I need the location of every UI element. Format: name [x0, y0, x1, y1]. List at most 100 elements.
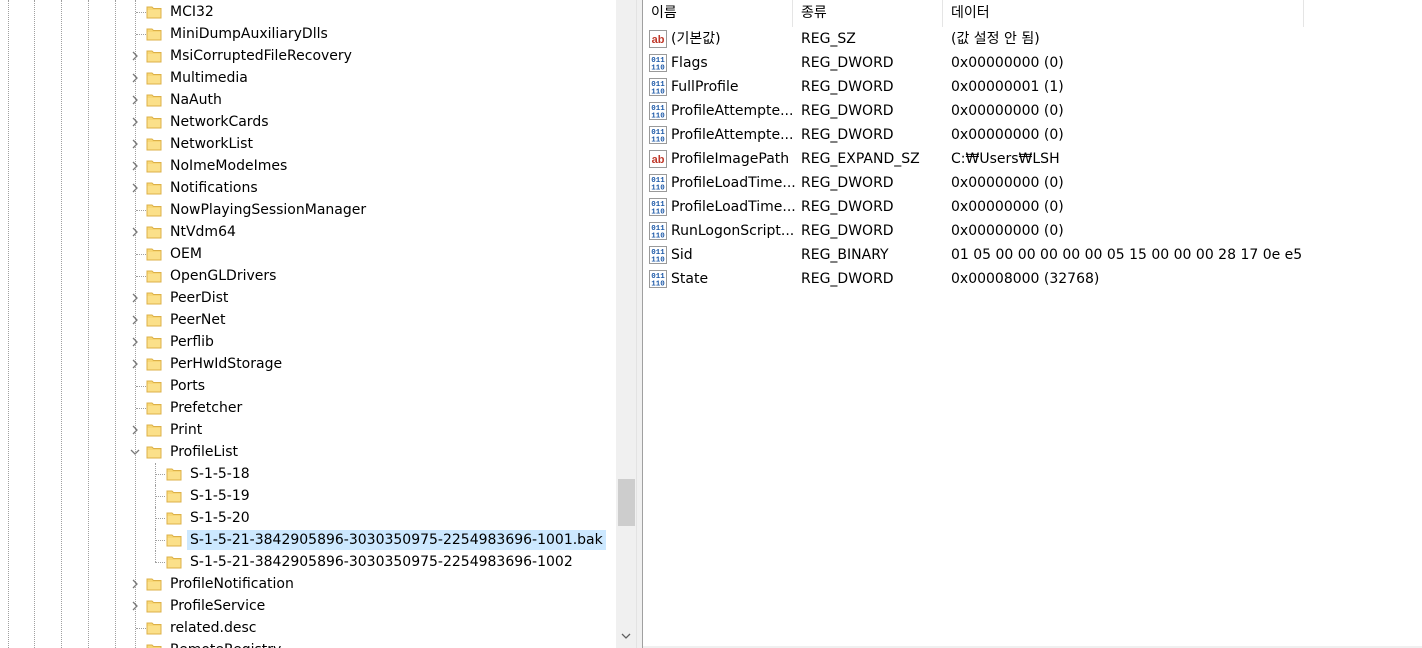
- tree-item[interactable]: ProfileList: [0, 441, 616, 463]
- expand-chevron-right-icon[interactable]: [128, 155, 142, 177]
- tree-item[interactable]: ProfileNotification: [0, 573, 616, 595]
- tree-item[interactable]: S-1-5-19: [0, 485, 616, 507]
- tree-item[interactable]: S-1-5-21-3842905896-3030350975-225498369…: [0, 529, 616, 551]
- tree-item[interactable]: related.desc: [0, 617, 616, 639]
- column-header-type[interactable]: 종류: [793, 0, 943, 27]
- expand-chevron-right-icon[interactable]: [128, 287, 142, 309]
- value-row[interactable]: 011 110 ProfileAttempte... REG_DWORD 0x00000…: [643, 123, 1422, 147]
- tree-item[interactable]: PeerNet: [0, 309, 616, 331]
- expand-chevron-right-icon[interactable]: [128, 353, 142, 375]
- expand-chevron-down-icon[interactable]: [128, 441, 142, 463]
- tree-item-label[interactable]: S-1-5-18: [187, 464, 253, 484]
- value-row[interactable]: 011 110 Sid REG_BINARY 01 05 00 00 00 00 00 …: [643, 243, 1422, 267]
- tree-item-label[interactable]: ProfileNotification: [167, 574, 297, 594]
- expand-chevron-right-icon[interactable]: [128, 221, 142, 243]
- tree-item-label[interactable]: NetworkList: [167, 134, 256, 154]
- tree-item-label[interactable]: S-1-5-19: [187, 486, 253, 506]
- value-row[interactable]: 011 110 ProfileLoadTime... REG_DWORD 0x00000…: [643, 195, 1422, 219]
- tree-item[interactable]: NoImeModeImes: [0, 155, 616, 177]
- tree-item[interactable]: Ports: [0, 375, 616, 397]
- tree-item[interactable]: RemoteRegistry: [0, 639, 616, 648]
- value-row[interactable]: 011 110 Flags REG_DWORD 0x00000000 (0): [643, 51, 1422, 75]
- tree-item-label[interactable]: MsiCorruptedFileRecovery: [167, 46, 355, 66]
- tree-item-label[interactable]: MCI32: [167, 2, 217, 22]
- tree-item-label[interactable]: PerHwIdStorage: [167, 354, 285, 374]
- tree-item[interactable]: NaAuth: [0, 89, 616, 111]
- tree-item-label[interactable]: Notifications: [167, 178, 261, 198]
- column-header-name[interactable]: 이름: [643, 0, 793, 27]
- expand-chevron-right-icon[interactable]: [128, 419, 142, 441]
- tree-item-label[interactable]: related.desc: [167, 618, 259, 638]
- folder-icon: [146, 180, 162, 196]
- value-row[interactable]: 011 110 ProfileLoadTime... REG_DWORD 0x00000…: [643, 171, 1422, 195]
- tree-item[interactable]: NetworkList: [0, 133, 616, 155]
- column-header-data[interactable]: 데이터: [943, 0, 1304, 27]
- value-row[interactable]: ab (기본값) REG_SZ (값 설정 안 됨): [643, 27, 1422, 51]
- tree-item-label[interactable]: NetworkCards: [167, 112, 272, 132]
- tree-item-label[interactable]: S-1-5-21-3842905896-3030350975-225498369…: [187, 552, 576, 572]
- value-data: 0x00000000 (0): [951, 223, 1064, 239]
- tree-item-label[interactable]: ProfileList: [167, 442, 241, 462]
- expand-chevron-right-icon[interactable]: [128, 89, 142, 111]
- value-row[interactable]: ab ProfileImagePath REG_EXPAND_SZ C:₩Users₩…: [643, 147, 1422, 171]
- tree-item-label[interactable]: Print: [167, 420, 205, 440]
- tree-item[interactable]: S-1-5-18: [0, 463, 616, 485]
- value-row[interactable]: 011 110 RunLogonScript... REG_DWORD 0x000000…: [643, 219, 1422, 243]
- expand-chevron-right-icon[interactable]: [128, 331, 142, 353]
- tree-item[interactable]: S-1-5-20: [0, 507, 616, 529]
- registry-key-tree[interactable]: MCI32 MiniDumpAuxiliaryDlls MsiCorruptedFi…: [0, 0, 636, 648]
- tree-item-label[interactable]: Ports: [167, 376, 208, 396]
- tree-item[interactable]: NowPlayingSessionManager: [0, 199, 616, 221]
- string-value-icon: ab: [649, 150, 667, 168]
- scroll-down-arrow-icon[interactable]: [616, 626, 636, 646]
- tree-item[interactable]: Perflib: [0, 331, 616, 353]
- tree-item-label[interactable]: S-1-5-21-3842905896-3030350975-225498369…: [187, 530, 606, 550]
- expand-chevron-right-icon[interactable]: [128, 67, 142, 89]
- tree-item[interactable]: Print: [0, 419, 616, 441]
- scrollbar-thumb[interactable]: [618, 479, 635, 526]
- expand-chevron-right-icon[interactable]: [128, 133, 142, 155]
- tree-item-label[interactable]: MiniDumpAuxiliaryDlls: [167, 24, 331, 44]
- expand-chevron-right-icon[interactable]: [128, 177, 142, 199]
- tree-item[interactable]: Prefetcher: [0, 397, 616, 419]
- tree-item-label[interactable]: NaAuth: [167, 90, 225, 110]
- tree-item-label[interactable]: NowPlayingSessionManager: [167, 200, 369, 220]
- tree-item[interactable]: OEM: [0, 243, 616, 265]
- value-row[interactable]: 011 110 ProfileAttempte... REG_DWORD 0x00000…: [643, 99, 1422, 123]
- tree-item[interactable]: NetworkCards: [0, 111, 616, 133]
- tree-item-label[interactable]: OEM: [167, 244, 205, 264]
- tree-item-label[interactable]: RemoteRegistry: [167, 640, 284, 648]
- tree-vertical-scrollbar[interactable]: [616, 0, 636, 648]
- tree-item-label[interactable]: S-1-5-20: [187, 508, 253, 528]
- pane-splitter[interactable]: [636, 0, 643, 648]
- tree-item-label[interactable]: OpenGLDrivers: [167, 266, 279, 286]
- registry-values-list[interactable]: 이름 종류 데이터 ab (기본값) REG_SZ (값 설정 안 됨) 011 110 F…: [643, 0, 1422, 648]
- expand-chevron-right-icon[interactable]: [128, 309, 142, 331]
- tree-item[interactable]: ProfileService: [0, 595, 616, 617]
- tree-item-label[interactable]: PeerNet: [167, 310, 229, 330]
- tree-item-label[interactable]: ProfileService: [167, 596, 268, 616]
- tree-item-label[interactable]: Prefetcher: [167, 398, 245, 418]
- tree-item[interactable]: MsiCorruptedFileRecovery: [0, 45, 616, 67]
- tree-item[interactable]: Notifications: [0, 177, 616, 199]
- tree-item[interactable]: PeerDist: [0, 287, 616, 309]
- expand-chevron-right-icon[interactable]: [128, 595, 142, 617]
- tree-item[interactable]: PerHwIdStorage: [0, 353, 616, 375]
- tree-item[interactable]: Multimedia: [0, 67, 616, 89]
- tree-item-label[interactable]: Multimedia: [167, 68, 251, 88]
- value-row[interactable]: 011 110 State REG_DWORD 0x00008000 (32768): [643, 267, 1422, 291]
- tree-item-label[interactable]: NoImeModeImes: [167, 156, 290, 176]
- tree-item[interactable]: NtVdm64: [0, 221, 616, 243]
- tree-item[interactable]: MiniDumpAuxiliaryDlls: [0, 23, 616, 45]
- tree-item-label[interactable]: PeerDist: [167, 288, 231, 308]
- tree-item[interactable]: MCI32: [0, 1, 616, 23]
- expand-chevron-right-icon[interactable]: [128, 573, 142, 595]
- tree-item[interactable]: S-1-5-21-3842905896-3030350975-225498369…: [0, 551, 616, 573]
- expand-chevron-right-icon[interactable]: [128, 45, 142, 67]
- expand-chevron-right-icon[interactable]: [128, 111, 142, 133]
- tree-connector: [155, 540, 165, 541]
- tree-item-label[interactable]: NtVdm64: [167, 222, 239, 242]
- tree-item[interactable]: OpenGLDrivers: [0, 265, 616, 287]
- tree-item-label[interactable]: Perflib: [167, 332, 217, 352]
- value-row[interactable]: 011 110 FullProfile REG_DWORD 0x00000001 (1): [643, 75, 1422, 99]
